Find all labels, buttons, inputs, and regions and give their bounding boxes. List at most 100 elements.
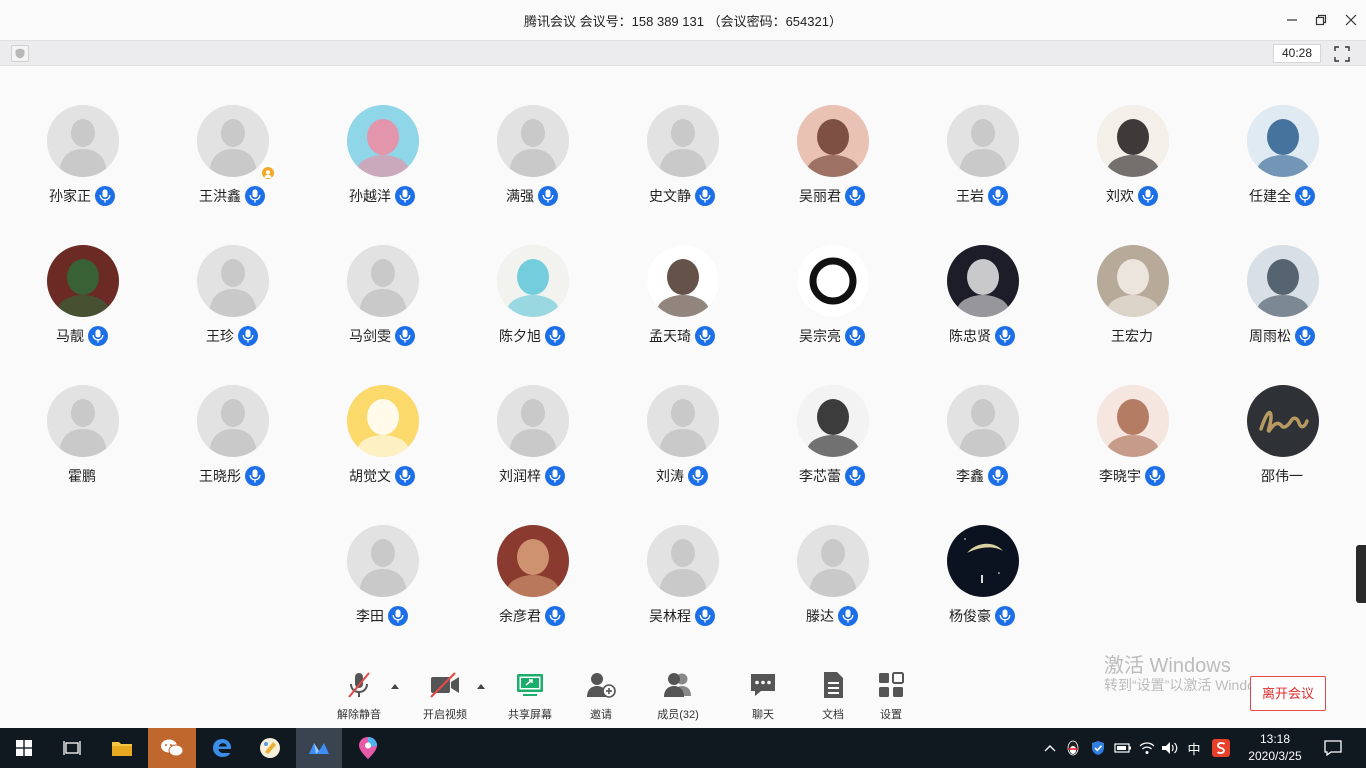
taskbar-app-location[interactable]: [346, 728, 390, 768]
participant-tile[interactable]: 王岩: [912, 66, 1052, 206]
microphone-icon: [845, 466, 865, 486]
window-title: 腾讯会议 会议号：158 389 131 （会议密码：654321）: [524, 14, 842, 29]
folder-icon: [112, 742, 132, 756]
participant-tile[interactable]: 李鑫: [912, 346, 1052, 486]
chat-button[interactable]: 聊天: [733, 670, 793, 722]
participant-name: 霍鹏: [68, 468, 96, 484]
participant-tile[interactable]: 陈夕旭: [462, 206, 602, 346]
task-view-icon: [63, 741, 81, 755]
participant-tile[interactable]: 吴丽君: [762, 66, 902, 206]
microphone-icon: [238, 326, 258, 346]
participant-tile[interactable]: 任建全: [1212, 66, 1352, 206]
fullscreen-icon[interactable]: [1334, 46, 1350, 62]
participant-avatar: [797, 245, 869, 317]
notification-center-icon[interactable]: [1320, 728, 1346, 768]
qq-penguin-icon[interactable]: [1064, 728, 1082, 768]
participant-tile[interactable]: 陈忠贤: [912, 206, 1052, 346]
participant-tile[interactable]: 马靓: [12, 206, 152, 346]
microphone-icon: [1295, 186, 1315, 206]
minimize-button[interactable]: [1281, 10, 1303, 30]
wechat-icon: [161, 739, 184, 757]
participant-name: 吴丽君: [799, 188, 841, 204]
participant-name-row: 胡觉文: [312, 466, 452, 486]
settings-button[interactable]: 设置: [861, 670, 921, 722]
participant-tile[interactable]: 余彦君: [462, 486, 602, 626]
participant-name-row: 孙越洋: [312, 186, 452, 206]
participant-tile[interactable]: 满强: [462, 66, 602, 206]
leave-meeting-button[interactable]: 离开会议: [1250, 676, 1326, 711]
microphone-icon: [95, 186, 115, 206]
task-view-button[interactable]: [48, 728, 96, 768]
participant-avatar: [1097, 105, 1169, 177]
microphone-icon: [995, 326, 1015, 346]
audio-options-caret-icon[interactable]: [390, 682, 400, 690]
participant-tile[interactable]: 滕达: [762, 486, 902, 626]
participant-tile[interactable]: 吴林程: [612, 486, 752, 626]
participant-avatar: [497, 245, 569, 317]
volume-icon[interactable]: [1160, 728, 1180, 768]
docs-button[interactable]: 文档: [803, 670, 863, 722]
start-button[interactable]: [0, 728, 48, 768]
participant-tile[interactable]: 王洪鑫: [162, 66, 302, 206]
invite-label: 邀请: [590, 709, 612, 721]
default-avatar-icon: [647, 105, 719, 177]
taskbar-edge[interactable]: [198, 728, 246, 768]
default-avatar-icon: [197, 105, 269, 177]
start-video-button[interactable]: 开启视频: [415, 670, 475, 722]
taskbar-file-explorer[interactable]: [98, 728, 146, 768]
participant-tile[interactable]: 刘润梓: [462, 346, 602, 486]
participant-tile[interactable]: 李晓宇: [1062, 346, 1202, 486]
participant-tile[interactable]: 邵伟一: [1212, 346, 1352, 484]
participant-tile[interactable]: 周雨松: [1212, 206, 1352, 346]
wifi-icon[interactable]: [1138, 728, 1156, 768]
participant-tile[interactable]: 李田: [312, 486, 452, 626]
video-options-caret-icon[interactable]: [476, 682, 486, 690]
share-screen-icon: [517, 674, 543, 696]
participant-name: 陈夕旭: [499, 328, 541, 344]
members-button[interactable]: 成员(32): [648, 670, 708, 722]
windows-taskbar: 中 13:18 2020/3/25: [0, 728, 1366, 768]
participant-avatar: [947, 525, 1019, 597]
security-tray-icon[interactable]: [1089, 728, 1107, 768]
participant-tile[interactable]: 刘欢: [1062, 66, 1202, 206]
audio-level-handle[interactable]: [1356, 545, 1366, 603]
participant-name-row: 史文静: [612, 186, 752, 206]
sogou-input-icon[interactable]: [1210, 728, 1232, 768]
participant-name: 邵伟一: [1261, 468, 1303, 484]
participant-name-row: 李芯蕾: [762, 466, 902, 486]
participant-tile[interactable]: 孙越洋: [312, 66, 452, 206]
participant-tile[interactable]: 王宏力: [1062, 206, 1202, 344]
security-shield-icon[interactable]: [11, 45, 29, 62]
settings-label: 设置: [880, 709, 902, 721]
participant-tile[interactable]: 胡觉文: [312, 346, 452, 486]
participant-name: 刘润梓: [499, 468, 541, 484]
participant-tile[interactable]: 吴宗亮: [762, 206, 902, 346]
taskbar-wechat[interactable]: [148, 728, 196, 768]
microphone-icon: [1145, 466, 1165, 486]
participant-tile[interactable]: 杨俊豪: [912, 486, 1052, 626]
participant-tile[interactable]: 李芯蕾: [762, 346, 902, 486]
participant-tile[interactable]: 王晓彤: [162, 346, 302, 486]
participant-name-row: 李晓宇: [1062, 466, 1202, 486]
close-button[interactable]: [1340, 10, 1362, 30]
restore-button[interactable]: [1310, 10, 1332, 30]
unmute-button[interactable]: 解除静音: [329, 670, 389, 722]
share-screen-button[interactable]: 共享屏幕: [500, 670, 560, 722]
taskbar-tencent-meeting[interactable]: [296, 728, 342, 768]
participant-tile[interactable]: 王珍: [162, 206, 302, 346]
clock-time: 13:18: [1259, 732, 1291, 746]
taskbar-app-notes[interactable]: [248, 728, 292, 768]
default-avatar-icon: [347, 245, 419, 317]
participant-tile[interactable]: 史文静: [612, 66, 752, 206]
participant-tile[interactable]: 马剑雯: [312, 206, 452, 346]
participant-tile[interactable]: 孙家正: [12, 66, 152, 206]
tray-overflow-chevron-icon[interactable]: [1042, 728, 1058, 768]
taskbar-clock[interactable]: 13:18 2020/3/25: [1240, 731, 1310, 765]
participant-tile[interactable]: 孟天琦: [612, 206, 752, 346]
battery-icon[interactable]: [1113, 728, 1133, 768]
participant-tile[interactable]: 刘涛: [612, 346, 752, 486]
map-pin-app-icon: [359, 737, 377, 759]
invite-button[interactable]: 邀请: [571, 670, 631, 722]
ime-indicator[interactable]: 中: [1184, 728, 1204, 768]
participant-tile[interactable]: 霍鹏: [12, 346, 152, 484]
